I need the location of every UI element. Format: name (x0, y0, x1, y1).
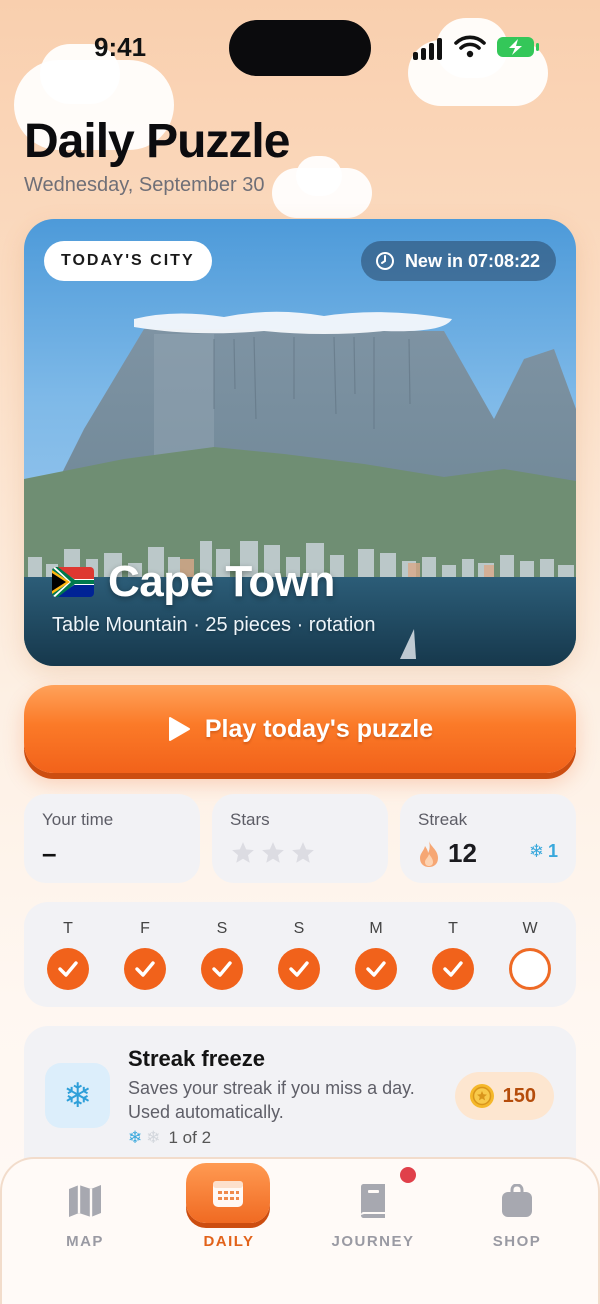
snowflake-empty-icon: ❄ (146, 1128, 161, 1147)
day-letter: W (522, 920, 538, 937)
tab-shop-label: SHOP (492, 1233, 542, 1250)
check-icon (135, 961, 155, 977)
freeze-price: 150 (502, 1084, 536, 1107)
streak-value: 12 (448, 838, 477, 868)
south-africa-flag-icon (52, 567, 94, 597)
day-completed-check (432, 948, 474, 990)
freeze-count-value: 1 (547, 841, 558, 861)
clock-icon (375, 252, 394, 270)
stars-rating (230, 840, 370, 866)
stars-label: Stars (230, 810, 270, 829)
check-icon (58, 961, 78, 977)
check-icon (443, 961, 463, 977)
freeze-icon-box: ❄ (45, 1063, 110, 1128)
day-letter: S (216, 920, 228, 937)
city-name: Cape Town (108, 557, 335, 606)
city-hero-card[interactable]: TODAY'S CITY New in 07:08:22 Cape Town T… (24, 219, 576, 666)
play-puzzle-button[interactable]: Play today's puzzle (24, 685, 576, 773)
play-button-label: Play today's puzzle (204, 714, 434, 743)
book-icon (361, 1184, 385, 1218)
calendar-icon (213, 1181, 243, 1207)
day-letter: M (369, 920, 383, 937)
city-meta: Table Mountain · 25 pieces · rotation (52, 614, 376, 636)
wifi-icon (454, 35, 486, 58)
freeze-description: Saves your streak if you miss a day. Use… (128, 1078, 415, 1122)
bag-icon (502, 1184, 532, 1217)
day-item: M (354, 920, 398, 990)
day-item: S (277, 920, 321, 990)
status-time: 9:41 (94, 32, 147, 62)
map-icon (69, 1185, 101, 1217)
cloud-decoration (296, 156, 342, 196)
status-bar: 9:41 (0, 0, 600, 96)
day-item: F (123, 920, 167, 990)
day-completed-check (124, 948, 166, 990)
weekly-streak-tracker: T F S S M T W (24, 902, 576, 1007)
star-icon (292, 842, 314, 863)
check-icon (366, 961, 386, 977)
buy-freeze-button[interactable]: 150 (454, 1072, 554, 1120)
tab-journey-label: JOURNEY (331, 1233, 415, 1250)
streak-card: Streak 12 ❄ 1 (400, 794, 576, 883)
day-item: T (431, 920, 475, 990)
your-time-label: Your time (42, 810, 114, 829)
freeze-title: Streak freeze (128, 1046, 265, 1071)
freeze-count: ❄ 1 (529, 841, 558, 862)
page-date: Wednesday, September 30 (24, 174, 265, 196)
freeze-stock-text: 1 of 2 (168, 1128, 212, 1147)
battery-charging-icon (497, 37, 539, 57)
day-item: S (200, 920, 244, 990)
your-time-card: Your time – (24, 794, 200, 883)
coin-icon (469, 1084, 494, 1108)
timer-text: New in 07:08:22 (404, 251, 540, 271)
flame-icon (420, 840, 438, 867)
dynamic-island (229, 20, 371, 76)
day-letter: S (293, 920, 305, 937)
tab-shop[interactable]: SHOP (462, 1179, 572, 1250)
new-puzzle-timer: New in 07:08:22 (360, 241, 556, 281)
day-item: W (508, 920, 552, 990)
day-completed-check (47, 948, 89, 990)
check-icon (289, 961, 309, 977)
tab-map[interactable]: MAP (30, 1179, 140, 1250)
stars-card: Stars (212, 794, 388, 883)
day-completed-check (278, 948, 320, 990)
day-letter: F (140, 920, 150, 937)
day-item: T (46, 920, 90, 990)
snowflake-icon: ❄ (63, 1076, 92, 1115)
page-title: Daily Puzzle (24, 115, 290, 168)
day-today-pending (509, 948, 551, 990)
tab-journey[interactable]: JOURNEY (318, 1179, 428, 1250)
your-time-value: – (42, 838, 57, 868)
streak-label: Streak (418, 810, 468, 829)
tab-daily-label: DAILY (203, 1233, 255, 1250)
bottom-tab-bar: MAP DAILY JOURNEY SHOP (0, 1157, 600, 1304)
star-icon (232, 842, 254, 863)
city-title-row: Cape Town (52, 557, 335, 607)
todays-city-tag: TODAY'S CITY (44, 241, 212, 281)
snowflake-icon: ❄ (128, 1128, 143, 1147)
day-completed-check (201, 948, 243, 990)
freeze-stock: ❄ ❄ 1 of 2 (128, 1128, 211, 1148)
check-icon (212, 961, 232, 977)
day-completed-check (355, 948, 397, 990)
cellular-signal-icon (413, 38, 445, 60)
journey-notification-badge (400, 1167, 416, 1183)
snowflake-icon: ❄ (528, 841, 544, 861)
play-icon (168, 717, 190, 741)
star-icon (262, 842, 284, 863)
daily-tab-bubble[interactable] (186, 1163, 270, 1223)
day-letter: T (448, 920, 458, 937)
tab-map-label: MAP (66, 1233, 104, 1250)
day-letter: T (63, 920, 73, 937)
